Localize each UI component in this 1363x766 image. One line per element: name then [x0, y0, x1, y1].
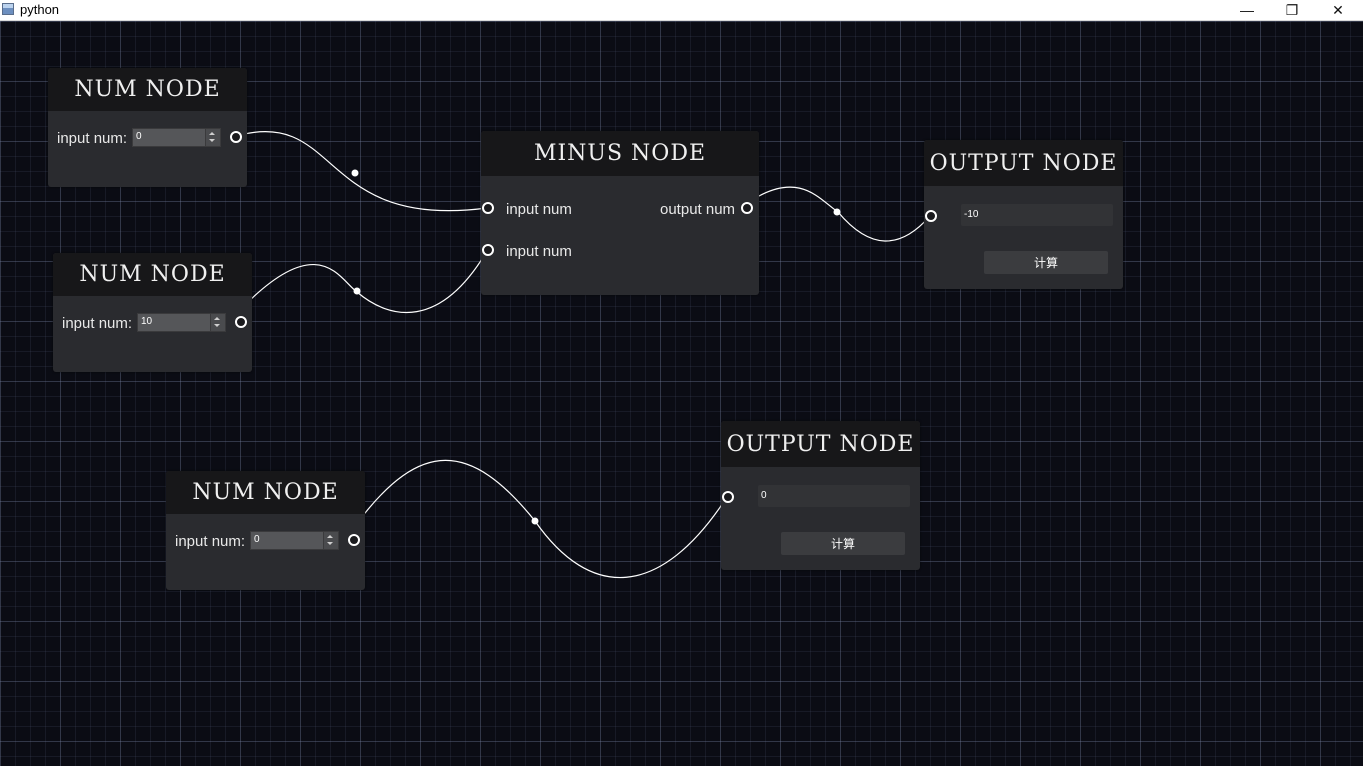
spin-down-icon[interactable] — [214, 324, 220, 327]
node-title: MINUS NODE — [481, 131, 759, 176]
output-socket[interactable] — [235, 316, 247, 328]
output-socket[interactable] — [741, 202, 753, 214]
window-titlebar: python — ❐ ✕ — [0, 0, 1363, 21]
output-value: -10 — [964, 209, 979, 220]
input-num-label: input num: — [62, 315, 133, 332]
spin-down-icon[interactable] — [327, 542, 333, 545]
minimize-button[interactable]: — — [1224, 0, 1270, 20]
spin-arrows[interactable] — [210, 314, 225, 331]
input-num-spinbox[interactable]: 10 — [137, 313, 226, 332]
input-num-label: input num: — [175, 533, 246, 550]
node-title: OUTPUT NODE — [721, 421, 920, 467]
output-node-1[interactable]: OUTPUT NODE -10 计算 — [924, 140, 1123, 289]
num-node-1[interactable]: NUM NODE input num: 0 — [48, 68, 247, 187]
calculate-button[interactable]: 计算 — [781, 532, 905, 555]
maximize-button[interactable]: ❐ — [1269, 0, 1315, 20]
spin-arrows[interactable] — [205, 129, 220, 146]
output-value-field: 0 — [758, 485, 910, 507]
output-value-field: -10 — [961, 204, 1113, 226]
spin-up-icon[interactable] — [214, 317, 220, 320]
spin-up-icon[interactable] — [327, 535, 333, 538]
num-node-3[interactable]: NUM NODE input num: 0 — [166, 471, 365, 590]
input-socket[interactable] — [925, 210, 937, 222]
input-num-label-1: input num — [506, 201, 572, 218]
input-num-label-2: input num — [506, 243, 572, 260]
input-socket-1[interactable] — [482, 202, 494, 214]
spin-up-icon[interactable] — [209, 132, 215, 135]
spinbox-value: 0 — [136, 131, 142, 142]
num-node-2[interactable]: NUM NODE input num: 10 — [53, 253, 252, 372]
spinbox-value: 10 — [141, 316, 153, 327]
minus-node[interactable]: MINUS NODE input num output num input nu… — [481, 131, 759, 295]
output-socket[interactable] — [348, 534, 360, 546]
output-value: 0 — [761, 490, 767, 501]
output-num-label: output num — [660, 201, 736, 218]
node-title: NUM NODE — [48, 68, 247, 111]
spin-down-icon[interactable] — [209, 139, 215, 142]
node-title: NUM NODE — [53, 253, 252, 296]
spinbox-value: 0 — [254, 534, 260, 545]
output-socket[interactable] — [230, 131, 242, 143]
window-title: python — [20, 2, 60, 17]
calculate-button[interactable]: 计算 — [984, 251, 1108, 274]
output-node-2[interactable]: OUTPUT NODE 0 计算 — [721, 421, 920, 570]
input-socket[interactable] — [722, 491, 734, 503]
input-num-label: input num: — [57, 130, 128, 147]
spin-arrows[interactable] — [323, 532, 338, 549]
node-title: NUM NODE — [166, 471, 365, 514]
input-num-spinbox[interactable]: 0 — [132, 128, 221, 147]
input-socket-2[interactable] — [482, 244, 494, 256]
input-num-spinbox[interactable]: 0 — [250, 531, 339, 550]
node-title: OUTPUT NODE — [924, 140, 1123, 186]
close-button[interactable]: ✕ — [1315, 0, 1361, 20]
python-app-icon — [2, 3, 14, 15]
